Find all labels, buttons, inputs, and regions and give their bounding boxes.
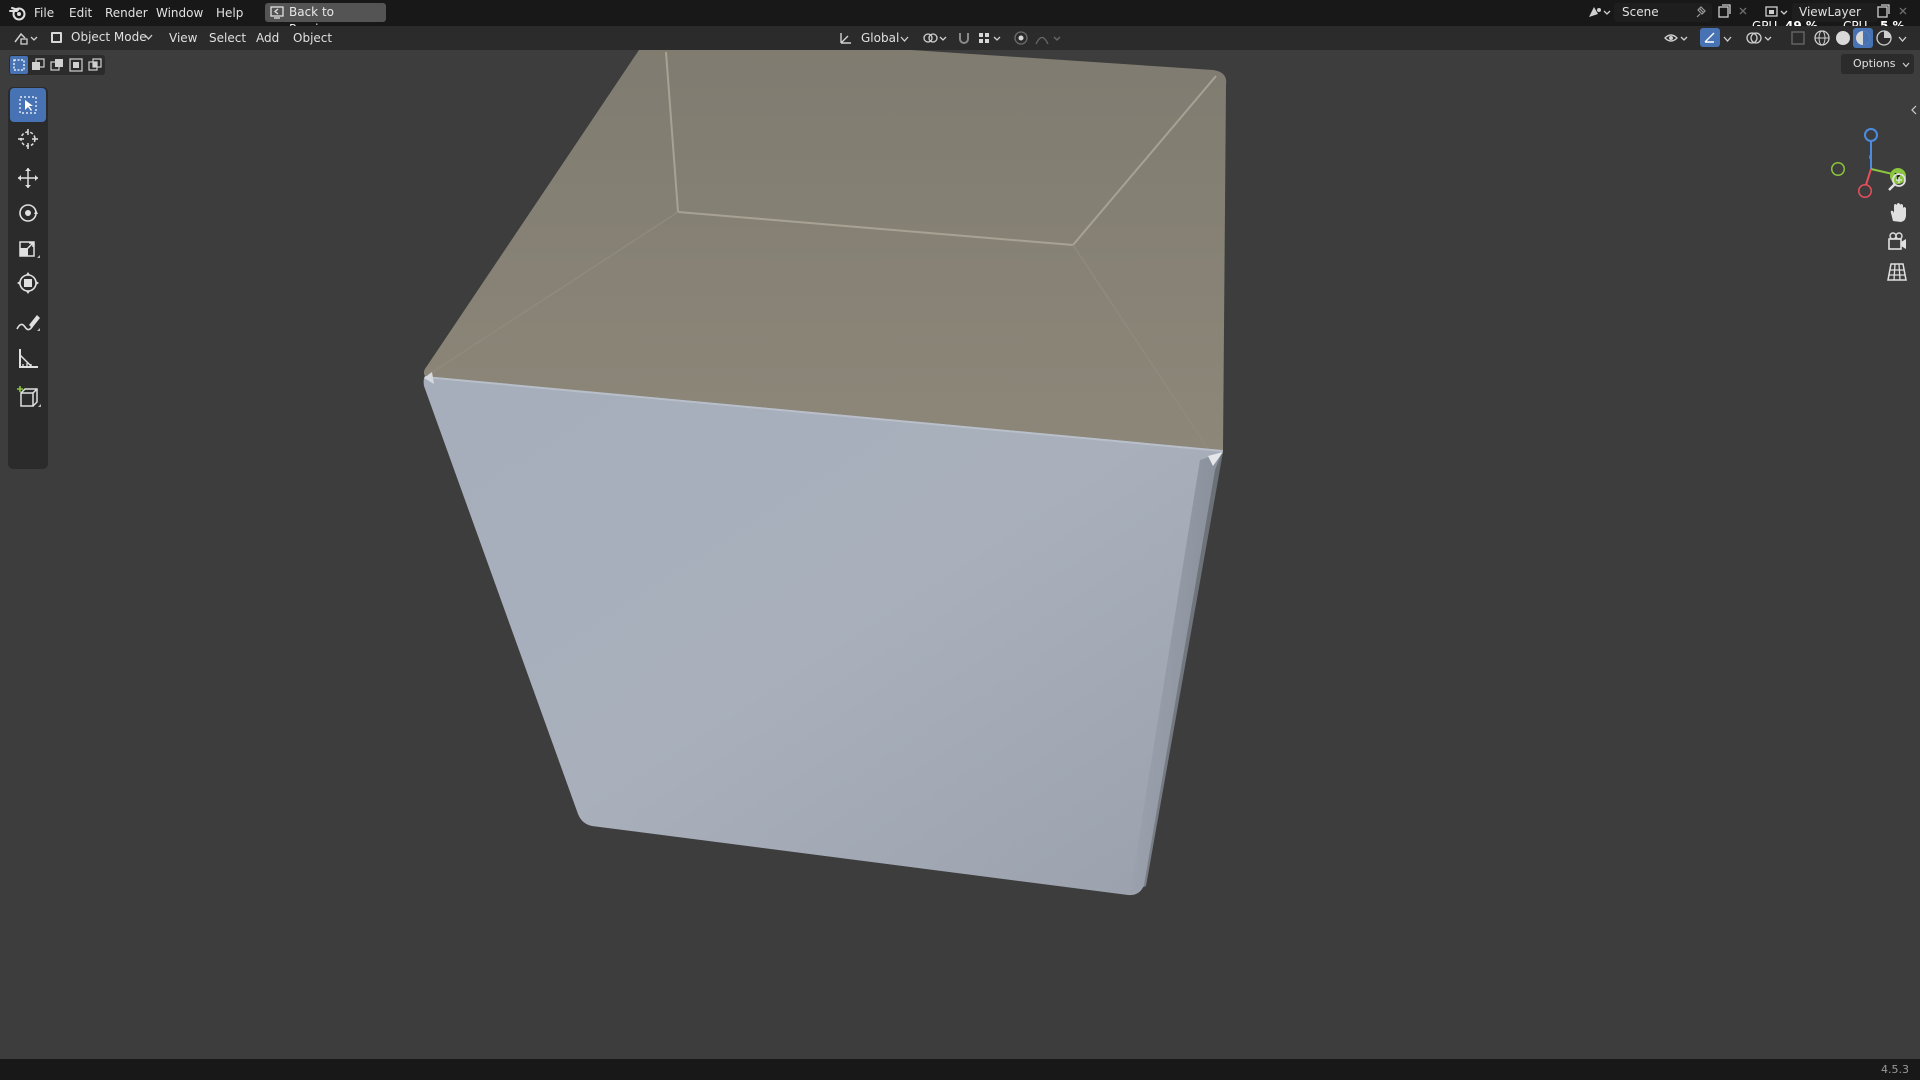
back-to-previous-button[interactable]: Back to Previous (265, 3, 386, 36)
perspective-grid-icon[interactable] (1886, 261, 1908, 283)
transform-orientation-label[interactable]: Global (861, 30, 899, 46)
wireframe-shading-icon[interactable] (1813, 29, 1831, 47)
menu-help[interactable]: Help (216, 4, 243, 22)
menu-window[interactable]: Window (156, 4, 203, 22)
add-cube-icon[interactable] (16, 384, 42, 410)
chevron-down-icon (144, 34, 153, 40)
blender-logo-icon[interactable] (9, 5, 27, 21)
screen-back-icon (270, 6, 284, 19)
gizmo-icon (1704, 32, 1715, 43)
scale-icon[interactable] (17, 237, 41, 261)
pin-icon[interactable] (1694, 6, 1706, 19)
chevron-down-icon[interactable] (1898, 36, 1907, 43)
object-mode-icon (51, 32, 62, 43)
new-view-layer-icon[interactable] (1876, 4, 1891, 19)
solid-shading-icon[interactable] (1834, 29, 1852, 47)
menu-edit[interactable]: Edit (69, 4, 92, 22)
delete-view-layer-icon[interactable] (1898, 6, 1908, 16)
navigation-gizmo[interactable]: Y (1825, 95, 1915, 213)
3d-viewport[interactable]: Options Y (0, 50, 1920, 1059)
transform-icon[interactable] (16, 271, 40, 295)
menu-object[interactable]: Object (293, 30, 332, 46)
visibility-icon[interactable] (1663, 30, 1691, 46)
object-mode-label: Object Mode (71, 30, 147, 44)
global-orientation-icon[interactable] (838, 30, 854, 46)
scene-field[interactable]: Scene (1614, 3, 1712, 22)
tool-select-box[interactable] (10, 88, 46, 122)
status-bar: 4.5.3 (0, 1059, 1920, 1080)
snap-increment-icon[interactable] (977, 30, 1005, 46)
menu-add[interactable]: Add (256, 30, 279, 46)
viewport-header: Object Mode View Select Add Object Globa… (0, 26, 1920, 50)
material-preview-toggle[interactable] (1853, 28, 1873, 48)
measure-icon[interactable] (17, 346, 41, 370)
material-preview-icon (1856, 31, 1870, 45)
xray-icon[interactable] (1790, 30, 1806, 46)
pivot-point-icon[interactable] (921, 30, 949, 46)
collapse-sidebar-icon[interactable] (1910, 105, 1918, 115)
move-icon[interactable] (16, 166, 40, 190)
gizmo-toggle[interactable] (1700, 28, 1720, 47)
zoom-icon[interactable] (1886, 171, 1908, 193)
menu-view[interactable]: View (169, 30, 197, 46)
annotate-icon[interactable] (15, 311, 41, 335)
delete-scene-icon[interactable] (1738, 6, 1748, 16)
rendered-shading-icon[interactable] (1875, 29, 1893, 47)
object-mode-dropdown[interactable]: Object Mode (46, 28, 156, 47)
new-scene-icon[interactable] (1717, 4, 1732, 19)
cube-object[interactable] (0, 50, 1920, 1059)
top-bar: File Edit Render Window Help Back to Pre… (0, 0, 1920, 36)
camera-view-icon[interactable] (1886, 231, 1908, 253)
chevron-down-icon[interactable] (900, 36, 909, 43)
pan-hand-icon[interactable] (1887, 201, 1909, 223)
menu-file[interactable]: File (34, 4, 54, 22)
select-box-icon (19, 96, 37, 114)
cursor-icon[interactable] (17, 128, 39, 150)
version-label: 4.5.3 (1881, 1063, 1909, 1076)
snap-toggle-icon[interactable] (956, 30, 972, 46)
scene-type-icon[interactable] (1586, 4, 1612, 20)
falloff-icon[interactable] (1034, 30, 1064, 46)
overlays-icon[interactable] (1745, 29, 1775, 47)
editor-type-icon[interactable] (12, 30, 40, 46)
scene-name: Scene (1622, 5, 1659, 19)
menu-render[interactable]: Render (105, 4, 148, 22)
rotate-icon[interactable] (16, 201, 40, 225)
menu-select[interactable]: Select (209, 30, 246, 46)
proportional-editing-icon[interactable] (1013, 30, 1029, 46)
chevron-down-icon[interactable] (1723, 36, 1732, 43)
